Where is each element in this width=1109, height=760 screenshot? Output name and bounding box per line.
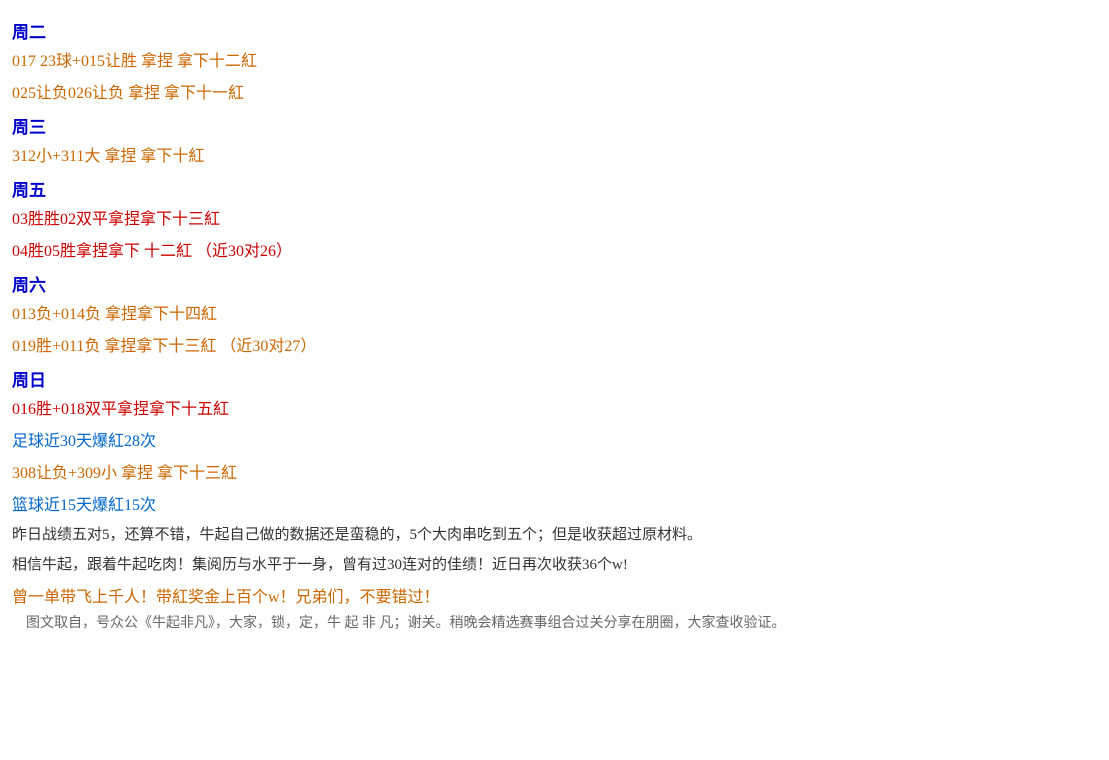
tuesday-line-1: 017 23球+015让胜 拿捏 拿下十二紅 (12, 47, 1097, 71)
tuesday-line-2: 025让负026让负 拿捏 拿下十一紅 (12, 79, 1097, 103)
highlight-text: 曾一单带飞上千人！带紅奖金上百个w！兄弟们，不要错过！ (12, 583, 1097, 607)
day-label-sunday: 周日 (12, 366, 1097, 391)
footer-indent (12, 616, 26, 631)
sunday-line-2: 足球近30天爆紅28次 (12, 427, 1097, 451)
day-sunday: 周日 016胜+018双平拿捏拿下十五紅 足球近30天爆紅28次 308让负+3… (12, 366, 1097, 515)
sunday-line-3: 308让负+309小 拿捏 拿下十三紅 (12, 459, 1097, 483)
info-line-1: 昨日战绩五对5，还算不错，牛起自己做的数据还是蛮稳的，5个大肉串吃到五个；但是收… (12, 523, 1097, 547)
sunday-line-4: 篮球近15天爆紅15次 (12, 491, 1097, 515)
day-friday: 周五 03胜胜02双平拿捏拿下十三紅 04胜05胜拿捏拿下 十二紅 （近30对2… (12, 176, 1097, 261)
day-wednesday: 周三 312小+311大 拿捏 拿下十紅 (12, 113, 1097, 166)
day-saturday: 周六 013负+014负 拿捏拿下十四紅 019胜+011负 拿捏拿下十三紅 （… (12, 271, 1097, 356)
day-tuesday: 周二 017 23球+015让胜 拿捏 拿下十二紅 025让负026让负 拿捏 … (12, 18, 1097, 103)
day-label-wednesday: 周三 (12, 113, 1097, 138)
friday-line-2: 04胜05胜拿捏拿下 十二紅 （近30对26） (12, 237, 1097, 261)
day-label-tuesday: 周二 (12, 18, 1097, 43)
footer-content: 图文取自，号众公《牛起非凡》，大家，锁，定，牛 起 非 凡；谢关。稍晚会精选赛事… (26, 616, 786, 631)
saturday-line-1: 013负+014负 拿捏拿下十四紅 (12, 300, 1097, 324)
footer-text: 图文取自，号众公《牛起非凡》，大家，锁，定，牛 起 非 凡；谢关。稍晚会精选赛事… (12, 613, 1097, 635)
sunday-line-1: 016胜+018双平拿捏拿下十五紅 (12, 395, 1097, 419)
day-label-friday: 周五 (12, 176, 1097, 201)
info-line-2: 相信牛起，跟着牛起吃肉！集阅历与水平于一身，曾有过30连对的佳绩！近日再次收获3… (12, 553, 1097, 577)
friday-line-1: 03胜胜02双平拿捏拿下十三紅 (12, 205, 1097, 229)
info-block: 昨日战绩五对5，还算不错，牛起自己做的数据还是蛮稳的，5个大肉串吃到五个；但是收… (12, 523, 1097, 577)
wednesday-line-1: 312小+311大 拿捏 拿下十紅 (12, 142, 1097, 166)
saturday-line-2: 019胜+011负 拿捏拿下十三紅 （近30对27） (12, 332, 1097, 356)
day-label-saturday: 周六 (12, 271, 1097, 296)
main-content: 周二 017 23球+015让胜 拿捏 拿下十二紅 025让负026让负 拿捏 … (12, 18, 1097, 635)
